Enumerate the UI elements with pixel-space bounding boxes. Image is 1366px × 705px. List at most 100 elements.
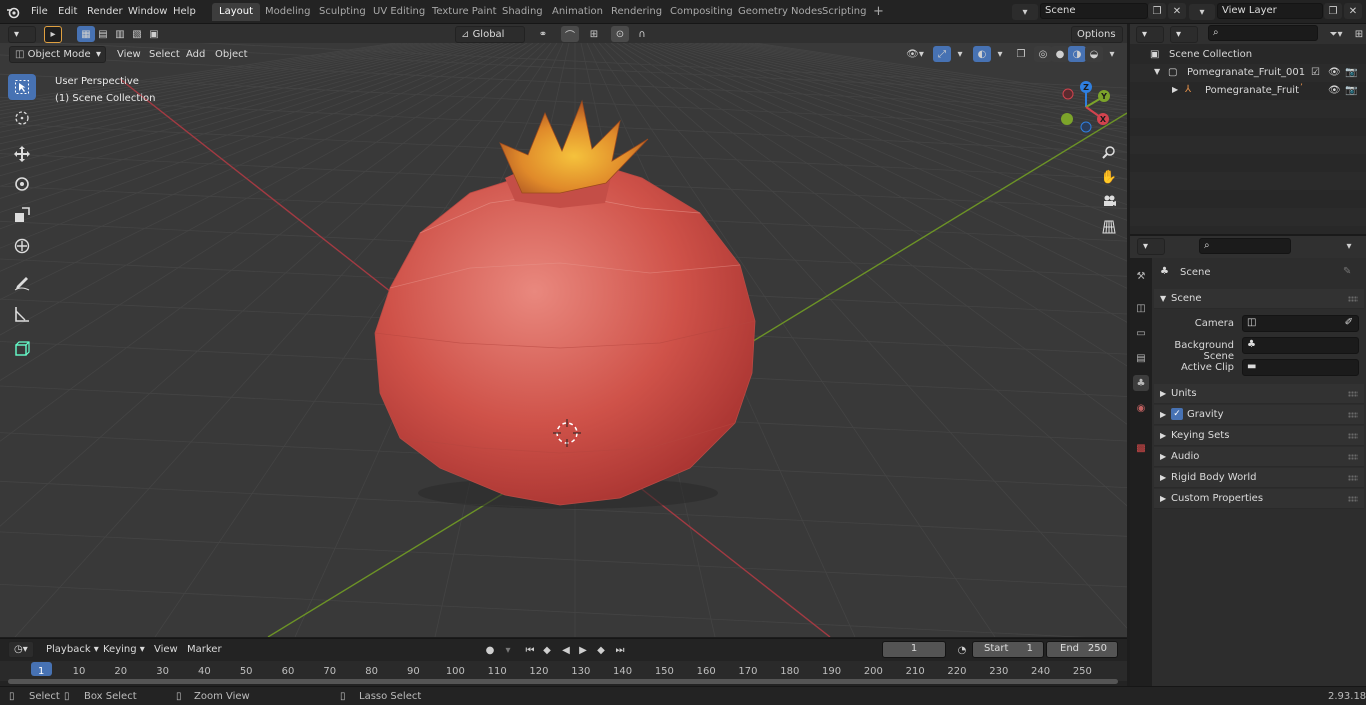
properties-options-dropdown-icon[interactable]: ▾	[1340, 238, 1358, 254]
proportional-edit-icon[interactable]: ⊙	[611, 26, 629, 42]
menu-window[interactable]: Window	[126, 4, 169, 20]
jump-start-icon[interactable]: ⏮	[521, 642, 539, 658]
gizmo-toggle-icon[interactable]: ⤢	[933, 46, 951, 62]
camera-render-icon[interactable]: 📷	[1345, 85, 1357, 96]
drag-handle-icon[interactable]	[1348, 296, 1358, 302]
3d-viewport[interactable]	[0, 43, 1127, 637]
mode-dropdown[interactable]: ◫ Object Mode ▾	[9, 46, 106, 63]
tab-layout[interactable]: Layout	[212, 3, 260, 21]
view-layer-browse-icon[interactable]: ▾	[1189, 4, 1215, 20]
close-view-layer-icon[interactable]: ✕	[1344, 3, 1362, 19]
expand-arrow-icon[interactable]: ▼	[1154, 67, 1160, 76]
xray-toggle-icon[interactable]: ❒	[1012, 46, 1030, 62]
material-preview-shading-icon[interactable]: ◑	[1068, 46, 1086, 62]
perspective-toggle-icon[interactable]	[1099, 218, 1119, 236]
options-dropdown[interactable]: Options ▾	[1071, 26, 1123, 55]
background-scene-field[interactable]: ♣	[1242, 337, 1359, 354]
tool-move-icon[interactable]	[8, 141, 36, 167]
add-workspace-icon[interactable]: +	[866, 3, 891, 21]
tab-uv-editing[interactable]: UV Editing	[366, 3, 432, 21]
panel-audio[interactable]: ▶ Audio	[1154, 447, 1364, 467]
zoom-view-icon[interactable]	[1099, 143, 1119, 161]
properties-search-input[interactable]: ⌕	[1199, 238, 1291, 254]
timeline-menu-marker[interactable]: Marker	[182, 641, 227, 658]
expand-arrow-icon[interactable]: ▶	[1172, 85, 1178, 94]
play-reverse-icon[interactable]: ◀	[557, 642, 575, 658]
wireframe-shading-icon[interactable]: ◎	[1034, 46, 1052, 62]
rendered-shading-icon[interactable]: ◒	[1085, 46, 1103, 62]
drag-handle-icon[interactable]	[1348, 391, 1358, 397]
properties-editor-type-dropdown[interactable]: ▾	[1137, 238, 1165, 255]
drag-handle-icon[interactable]	[1348, 496, 1358, 502]
visibility-filter-icon[interactable]: 👁▾	[902, 46, 928, 62]
tab-scripting[interactable]: Scripting	[815, 3, 873, 21]
timeline-menu-playback[interactable]: Playback ▾	[41, 641, 104, 658]
panel-units[interactable]: ▶ Units	[1154, 384, 1364, 404]
panel-gravity[interactable]: ▶ ✓ Gravity	[1154, 405, 1364, 425]
timeline-menu-keying[interactable]: Keying ▾	[98, 641, 150, 658]
tool-properties-icon[interactable]: ⚒	[1133, 268, 1149, 284]
select-subtract-icon[interactable]: ▥	[111, 26, 129, 42]
tab-texture-paint[interactable]: Texture Paint	[425, 3, 504, 21]
pivot-point-icon[interactable]: ⚭	[531, 26, 555, 42]
tool-add-cube-icon[interactable]	[8, 336, 36, 362]
keying-set-dropdown-icon[interactable]: ▾	[499, 642, 517, 658]
jump-prev-keyframe-icon[interactable]: ◆	[538, 642, 556, 658]
navigation-gizmo[interactable]: Z Y X	[1055, 77, 1115, 137]
start-frame-field[interactable]: Start 1	[972, 641, 1044, 658]
menu-help[interactable]: Help	[171, 4, 198, 20]
camera-render-icon[interactable]: 📷	[1345, 67, 1357, 78]
pin-icon[interactable]: ✎	[1343, 266, 1351, 277]
gizmo-dropdown-icon[interactable]: ▾	[951, 46, 969, 62]
select-invert-icon[interactable]: ▧	[128, 26, 146, 42]
outliner-row-scene-collection[interactable]: ▣ Scene Collection	[1130, 46, 1366, 64]
eyedropper-icon[interactable]: ✐	[1345, 316, 1353, 330]
tab-rendering[interactable]: Rendering	[604, 3, 669, 21]
play-icon[interactable]: ▶	[574, 642, 592, 658]
falloff-icon[interactable]: ∩	[630, 26, 654, 42]
close-scene-icon[interactable]: ✕	[1168, 3, 1186, 19]
tool-cursor-icon[interactable]	[8, 105, 36, 131]
outliner-search-input[interactable]: ⌕	[1208, 25, 1318, 41]
panel-keying-sets[interactable]: ▶ Keying Sets	[1154, 426, 1364, 446]
timeline-editor-type-dropdown[interactable]: ◷▾	[8, 641, 34, 658]
stopwatch-icon[interactable]: ◔	[953, 642, 971, 658]
scene-name-field[interactable]: Scene	[1040, 3, 1148, 19]
camera-view-icon[interactable]	[1099, 192, 1119, 210]
timeline-menu-view[interactable]: View	[149, 641, 183, 658]
drag-handle-icon[interactable]	[1348, 454, 1358, 460]
duplicate-scene-icon[interactable]: ❐	[1148, 3, 1166, 19]
tab-modeling[interactable]: Modeling	[258, 3, 318, 21]
duplicate-view-layer-icon[interactable]: ❐	[1324, 3, 1342, 19]
select-intersect-icon[interactable]: ▣	[145, 26, 163, 42]
pan-view-hand-icon[interactable]: ✋	[1099, 168, 1119, 186]
jump-next-keyframe-icon[interactable]: ◆	[592, 642, 610, 658]
gravity-checkbox[interactable]: ✓	[1171, 408, 1183, 420]
tool-select-box-icon[interactable]	[8, 74, 36, 100]
outliner-row-pomegranate-object[interactable]: ▶ ⅄ Pomegranate_Fruit ʼ 👁 📷	[1130, 82, 1366, 100]
snap-target-icon[interactable]: ⊞	[582, 26, 606, 42]
active-clip-field[interactable]: ▬	[1242, 359, 1359, 376]
scene-browse-icon[interactable]: ▾	[1012, 4, 1038, 20]
exclude-checkbox-icon[interactable]: ☑	[1311, 67, 1320, 78]
editor-type-dropdown[interactable]: ▾	[8, 26, 36, 43]
world-properties-icon[interactable]: ◉	[1133, 400, 1149, 416]
current-frame-field[interactable]: 1	[882, 641, 946, 658]
jump-end-icon[interactable]: ⏭	[611, 642, 629, 658]
panel-scene-header[interactable]: ▼ Scene	[1154, 289, 1364, 309]
eye-visibility-icon[interactable]: 👁	[1328, 85, 1341, 96]
tab-animation[interactable]: Animation	[545, 3, 610, 21]
tool-scale-icon[interactable]	[8, 202, 36, 228]
menu-render[interactable]: Render	[85, 4, 125, 20]
timeline-scrollbar[interactable]	[8, 679, 1118, 684]
outliner-editor-type-dropdown[interactable]: ▾	[1136, 26, 1164, 43]
drag-handle-icon[interactable]	[1348, 412, 1358, 418]
drag-handle-icon[interactable]	[1348, 433, 1358, 439]
drag-handle-icon[interactable]	[1348, 475, 1358, 481]
viewport-menu-add[interactable]: Add	[181, 46, 210, 63]
auto-keying-record-icon[interactable]: ●	[481, 642, 499, 658]
blender-logo-icon[interactable]	[4, 4, 22, 20]
output-properties-icon[interactable]: ▭	[1133, 325, 1149, 341]
overlay-toggle-icon[interactable]: ◐	[973, 46, 991, 62]
transform-orientation-dropdown[interactable]: ⊿ Global	[455, 26, 525, 43]
